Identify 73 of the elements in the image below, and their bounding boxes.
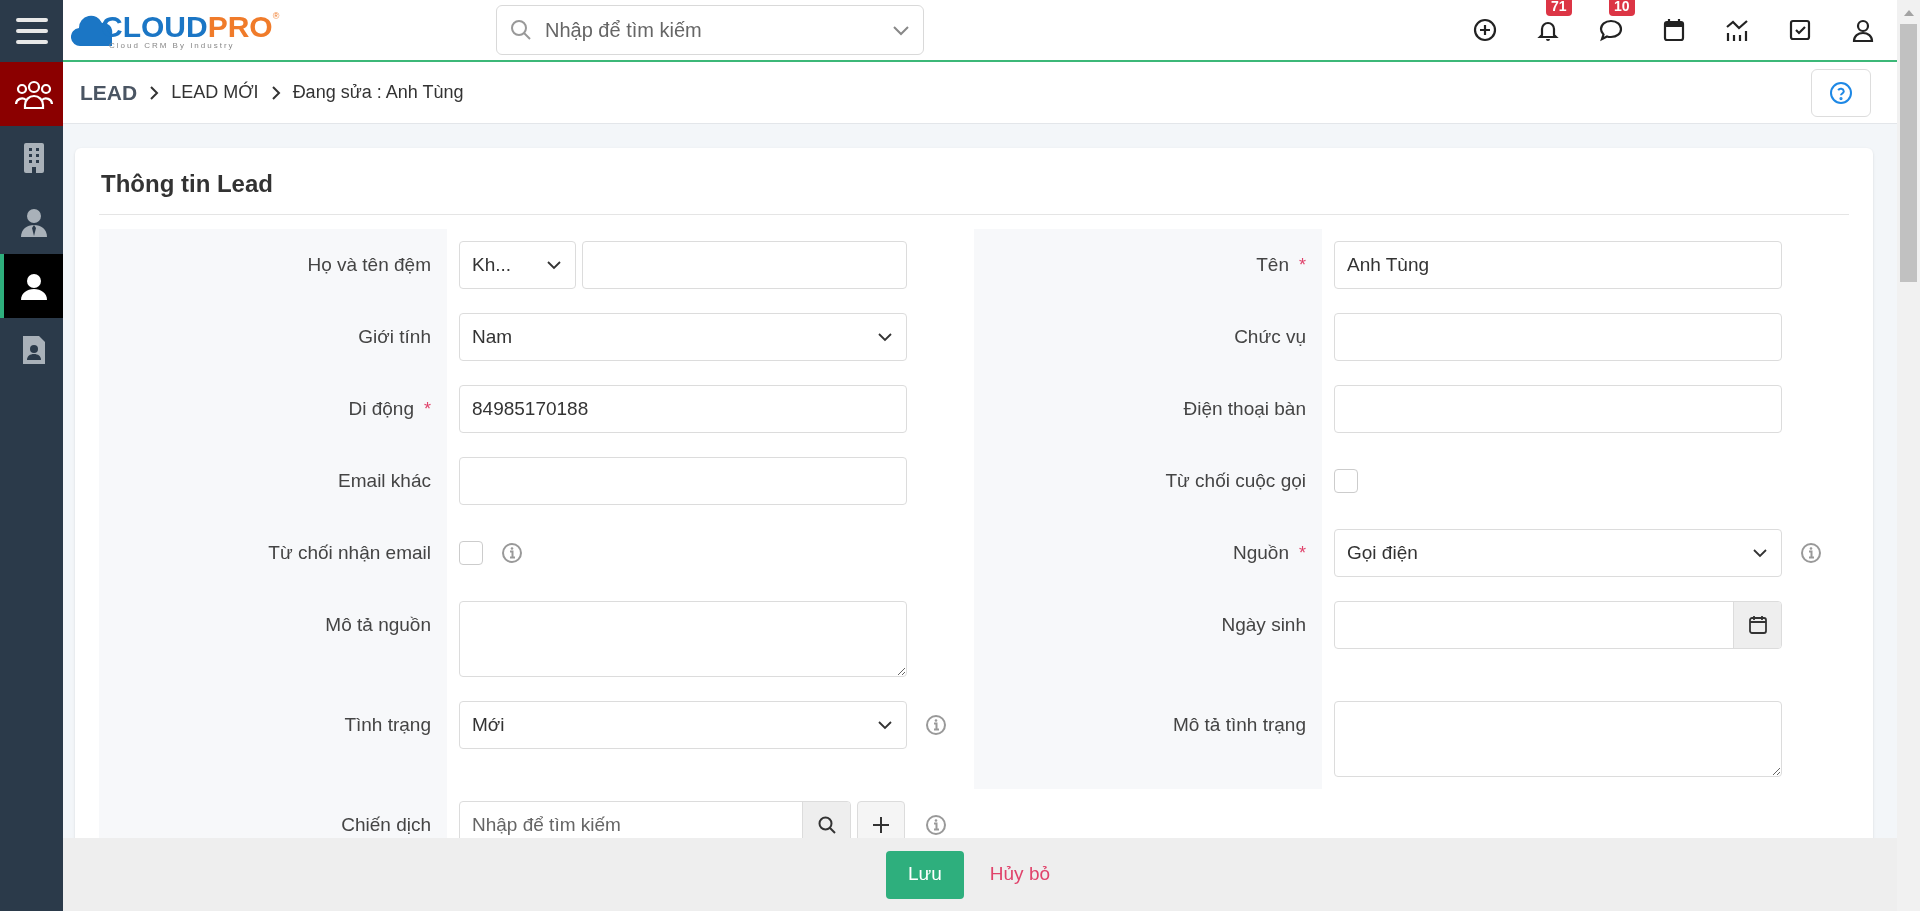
- text-field[interactable]: [1334, 313, 1782, 361]
- required-mark: *: [424, 397, 431, 421]
- help-icon: [1829, 80, 1853, 105]
- search-icon: [509, 18, 533, 42]
- chevron-right-icon: [270, 84, 281, 101]
- salutation-dropdown[interactable]: Kh...: [459, 241, 576, 289]
- field-label: Di động: [348, 396, 414, 421]
- dropdown[interactable]: Mới: [459, 701, 907, 749]
- required-mark: *: [1299, 253, 1306, 277]
- dropdown[interactable]: Gọi điện: [1334, 529, 1782, 577]
- person-with-tie-icon: [19, 207, 48, 237]
- field-label: Mô tả tình trạng: [1172, 712, 1306, 737]
- search-input[interactable]: Nhập để tìm kiếm: [460, 802, 802, 838]
- calendar-icon: [1747, 615, 1768, 635]
- help-button[interactable]: [1811, 68, 1871, 117]
- field-label: Email khác: [338, 468, 431, 493]
- scrollbar-thumb[interactable]: [1900, 24, 1917, 282]
- logo-text: PRO: [207, 12, 273, 42]
- field-label: Tình trạng: [344, 712, 431, 737]
- field-label: Ngày sinh: [1221, 612, 1306, 637]
- field-label: Chức vụ: [1234, 324, 1306, 349]
- user-icon: [1850, 17, 1876, 43]
- required-mark: *: [1299, 541, 1306, 565]
- speech-bubble-icon: [1598, 17, 1624, 43]
- logo-tagline: Cloud CRM By Industry: [109, 42, 236, 50]
- info-icon: [925, 714, 947, 736]
- checkbox-icon: [1787, 17, 1813, 43]
- field-label: Điện thoại bàn: [1183, 396, 1306, 421]
- scrollbar[interactable]: [1897, 0, 1920, 911]
- contact-document-icon: [20, 334, 47, 366]
- text-field[interactable]: [459, 457, 907, 505]
- text-field[interactable]: [1334, 385, 1782, 433]
- field-label: Chiến dịch: [341, 812, 431, 837]
- search-field[interactable]: Nhập để tìm kiếm: [496, 5, 924, 55]
- search-icon: [816, 815, 837, 835]
- breadcrumb-item[interactable]: LEAD: [80, 76, 138, 109]
- search-button[interactable]: [802, 802, 850, 838]
- field-label: Từ chối nhận email: [268, 540, 431, 565]
- search-field[interactable]: Nhập để tìm kiếm: [459, 801, 851, 838]
- cancel-link[interactable]: Hủy bỏ: [989, 860, 1051, 889]
- chevron-right-icon: [149, 84, 160, 101]
- field-label: Giới tính: [358, 324, 431, 349]
- text-field[interactable]: 84985170188: [459, 385, 907, 433]
- section-title: Thông tin Lead: [99, 166, 1849, 215]
- field-label: Từ chối cuộc gọi: [1165, 468, 1306, 493]
- chart-icon: [1724, 17, 1750, 43]
- field-label: Mô tả nguồn: [325, 612, 431, 637]
- registered-mark: ®: [272, 12, 280, 21]
- checkbox[interactable]: [459, 541, 483, 565]
- info-icon: [501, 542, 523, 564]
- date-field[interactable]: [1334, 601, 1782, 649]
- field-label: Nguồn: [1233, 540, 1289, 565]
- breadcrumb-item: Đang sửa : Anh Tùng: [292, 81, 464, 104]
- person-icon: [19, 272, 48, 300]
- add-icon: [1472, 17, 1498, 43]
- breadcrumb-item[interactable]: LEAD MỚI: [171, 79, 259, 106]
- notification-badge: 71: [1546, 0, 1572, 16]
- calendar-icon: [1661, 17, 1687, 43]
- info-icon: [1800, 542, 1822, 564]
- field-label: Họ và tên đệm: [307, 252, 431, 277]
- text-field[interactable]: [582, 241, 907, 289]
- notification-badge: 10: [1609, 0, 1635, 16]
- plus-icon: [871, 815, 891, 835]
- dropdown[interactable]: Nam: [459, 313, 907, 361]
- checkbox[interactable]: [1334, 469, 1358, 493]
- text-field[interactable]: Anh Tùng: [1334, 241, 1782, 289]
- toolbar-button[interactable]: [1471, 16, 1499, 44]
- add-button[interactable]: [857, 801, 905, 838]
- sidebar-item[interactable]: [0, 254, 63, 318]
- info-icon: [925, 814, 947, 836]
- sidebar-item[interactable]: [0, 62, 63, 126]
- menu-icon: [14, 17, 49, 45]
- field-label: Tên: [1256, 252, 1289, 277]
